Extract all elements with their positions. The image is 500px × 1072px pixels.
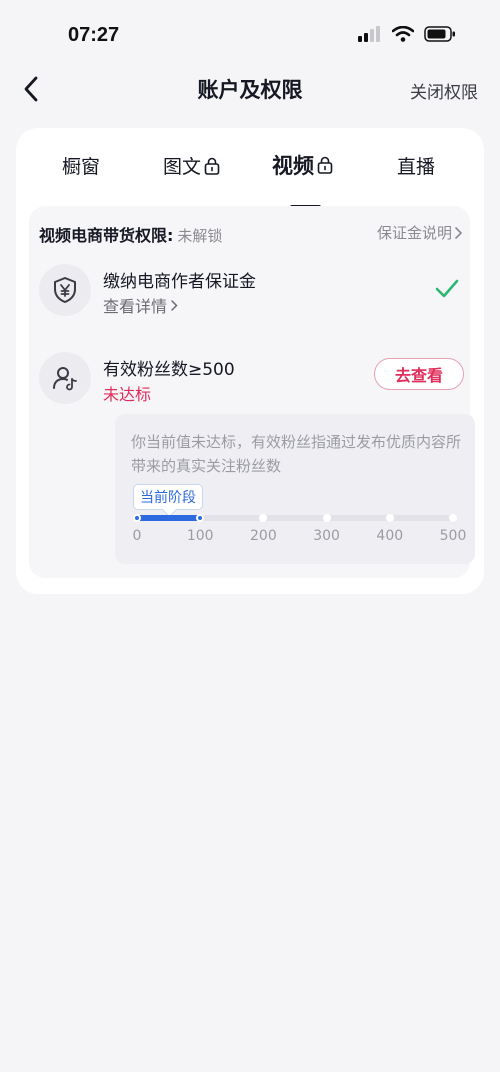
tick-label: 400: [376, 528, 404, 544]
progress-fill: [137, 515, 201, 521]
tab-showcase[interactable]: 橱窗: [62, 152, 100, 179]
progress-box: 你当前值未达标，有效粉丝指通过发布优质内容所带来的真实关注粉丝数 当前阶段 0 1…: [115, 414, 475, 564]
lock-icon: [204, 157, 220, 175]
tab-label: 橱窗: [62, 156, 101, 178]
permission-status: 未解锁: [177, 227, 223, 245]
tab-live[interactable]: 直播: [397, 152, 435, 179]
tab-label: 视频: [272, 154, 314, 178]
deposit-info-label: 保证金说明: [376, 224, 452, 242]
progress-tick: [196, 514, 205, 522]
user-music-icon: [39, 352, 91, 404]
lock-icon: [317, 156, 333, 174]
tick-label: 0: [132, 528, 142, 544]
tick-label: 100: [186, 528, 214, 544]
tab-video[interactable]: 视频: [272, 150, 333, 180]
progress-tick: [259, 514, 268, 522]
progress-tick: [322, 514, 331, 522]
progress-tick: [133, 514, 141, 522]
tick-label: 200: [250, 528, 277, 544]
checkmark-icon: [435, 279, 459, 298]
current-stage-tag: 当前阶段: [133, 484, 203, 510]
view-details-link[interactable]: 查看详情: [103, 293, 179, 317]
deposit-info-link[interactable]: 保证金说明: [377, 222, 464, 243]
requirement-title: 缴纳电商作者保证金: [103, 272, 256, 292]
yuan-shield-icon: [39, 264, 91, 316]
tab-label: 图文: [163, 156, 202, 178]
progress-track: [133, 514, 457, 522]
tab-bar: 橱窗 图文 视频 直播: [16, 146, 484, 209]
go-check-button[interactable]: 去查看: [374, 358, 464, 390]
requirement-title: 有效粉丝数≥500: [103, 360, 235, 380]
signal-icon: [358, 26, 380, 42]
close-permission-button[interactable]: 关闭权限: [410, 78, 478, 103]
tick-label: 500: [439, 528, 467, 544]
permission-card: 橱窗 图文 视频 直播 视频电商带货权限: 未解锁 保证金说明 缴纳电商作者保证…: [16, 128, 484, 594]
battery-icon: [424, 26, 455, 42]
requirements-panel: 视频电商带货权限: 未解锁 保证金说明 缴纳电商作者保证金 查看详情 有效粉丝数…: [29, 206, 475, 578]
requirement-status: 未达标: [103, 385, 152, 404]
status-bar: 07:27: [0, 0, 500, 64]
permission-title: 视频电商带货权限:: [39, 226, 174, 245]
progress-description: 你当前值未达标，有效粉丝指通过发布优质内容所带来的真实关注粉丝数: [131, 433, 462, 475]
view-details-label: 查看详情: [103, 297, 168, 316]
progress-tick: [449, 514, 457, 522]
requirement-deposit: 缴纳电商作者保证金 查看详情: [39, 264, 464, 320]
permission-header: 视频电商带货权限: 未解锁 保证金说明: [39, 222, 464, 245]
status-time: 07:27: [68, 24, 120, 46]
requirement-followers: 有效粉丝数≥500 未达标 去查看: [39, 352, 464, 408]
progress-tick: [385, 514, 394, 522]
chevron-right-icon: [455, 226, 463, 239]
chevron-right-icon: [171, 299, 178, 311]
wifi-icon: [392, 26, 414, 42]
tab-label: 直播: [397, 156, 436, 178]
status-icons: [358, 26, 456, 42]
tab-image-text[interactable]: 图文: [163, 152, 220, 179]
tick-label: 300: [313, 528, 340, 544]
nav-bar: 账户及权限 关闭权限: [0, 64, 500, 114]
